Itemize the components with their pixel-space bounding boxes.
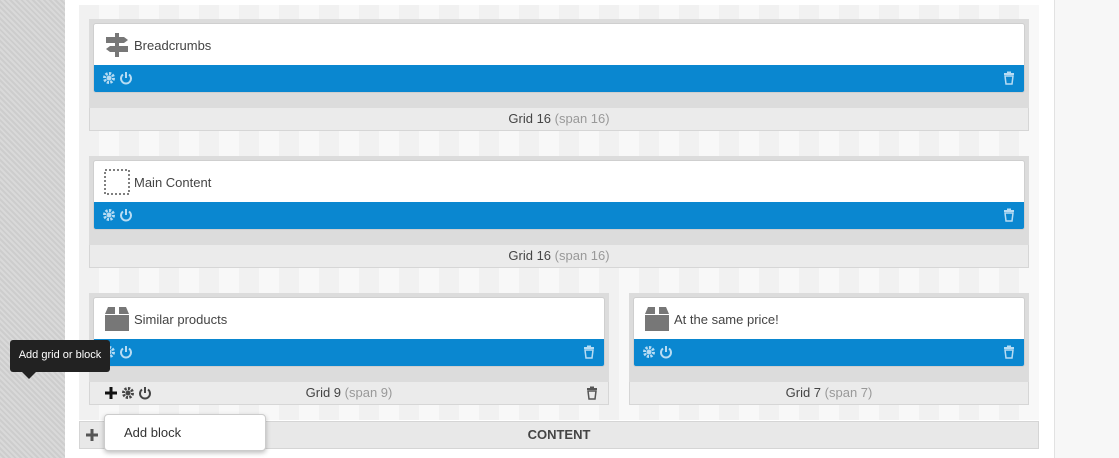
grid-span: (span 9) bbox=[344, 385, 393, 400]
block-toolbar bbox=[94, 65, 1024, 92]
grid-span: (span 16) bbox=[554, 111, 610, 126]
add-menu: Add block bbox=[104, 414, 266, 451]
signpost-icon bbox=[106, 33, 128, 57]
gear-icon[interactable] bbox=[102, 208, 116, 222]
gear-icon[interactable] bbox=[102, 71, 116, 85]
grid-footer: Grid 16 (span 16) bbox=[90, 245, 1028, 267]
grid-name: Grid 16 bbox=[508, 248, 552, 263]
block-same-price[interactable]: At the same price! bbox=[633, 297, 1025, 367]
block-breadcrumbs[interactable]: Breadcrumbs bbox=[93, 23, 1025, 93]
content-label: CONTENT bbox=[527, 427, 591, 442]
power-icon[interactable] bbox=[119, 71, 133, 85]
block-title: Similar products bbox=[134, 312, 228, 327]
grid-footer: Grid 9 (span 9) bbox=[90, 382, 608, 404]
gear-icon[interactable] bbox=[642, 345, 656, 359]
power-icon[interactable] bbox=[138, 386, 152, 400]
power-icon[interactable] bbox=[119, 208, 133, 222]
grid-footer: Grid 16 (span 16) bbox=[90, 108, 1028, 130]
tooltip-text: Add grid or block bbox=[18, 349, 102, 361]
add-block-menu-item[interactable]: Add block bbox=[124, 425, 181, 440]
grid-name: Grid 9 bbox=[305, 385, 342, 400]
block-title: Breadcrumbs bbox=[134, 38, 212, 53]
grid-main-content: Main Content Grid 16 (span 16) bbox=[89, 156, 1029, 268]
block-toolbar bbox=[94, 202, 1024, 229]
trash-icon[interactable] bbox=[1002, 208, 1016, 222]
grid-breadcrumbs: Breadcrumbs Grid 16 (span 16) bbox=[89, 19, 1029, 131]
block-title: At the same price! bbox=[674, 312, 779, 327]
block-toolbar bbox=[634, 339, 1024, 366]
grid-span: (span 16) bbox=[554, 248, 610, 263]
grid-name: Grid 7 bbox=[785, 385, 822, 400]
tooltip-arrow bbox=[22, 372, 36, 379]
trash-icon[interactable] bbox=[1002, 71, 1016, 85]
box-icon bbox=[645, 307, 669, 331]
block-toolbar bbox=[94, 339, 604, 366]
trash-icon[interactable] bbox=[582, 345, 596, 359]
grid-same-price: At the same price! Grid 7 (span 7) bbox=[629, 293, 1029, 405]
trash-icon[interactable] bbox=[1002, 345, 1016, 359]
power-icon[interactable] bbox=[659, 345, 673, 359]
grid-name: Grid 16 bbox=[508, 111, 552, 126]
tooltip: Add grid or block bbox=[10, 340, 110, 379]
gear-icon[interactable] bbox=[121, 386, 135, 400]
power-icon[interactable] bbox=[119, 345, 133, 359]
plus-icon[interactable] bbox=[104, 386, 118, 400]
grid-span: (span 7) bbox=[824, 385, 873, 400]
layout-container: Breadcrumbs Grid 16 (span 16) Main Conte… bbox=[79, 5, 1039, 420]
plus-icon[interactable] bbox=[86, 429, 98, 441]
grid-footer: Grid 7 (span 7) bbox=[630, 382, 1028, 404]
block-main-content[interactable]: Main Content bbox=[93, 160, 1025, 230]
grid-similar-products: Similar products Grid 9 (span 9) bbox=[89, 293, 609, 405]
trash-icon[interactable] bbox=[585, 386, 599, 400]
right-sidebar bbox=[1054, 0, 1119, 458]
box-icon bbox=[105, 307, 129, 331]
block-similar-products[interactable]: Similar products bbox=[93, 297, 605, 367]
block-title: Main Content bbox=[134, 175, 212, 190]
dotted-square-icon bbox=[104, 169, 130, 195]
